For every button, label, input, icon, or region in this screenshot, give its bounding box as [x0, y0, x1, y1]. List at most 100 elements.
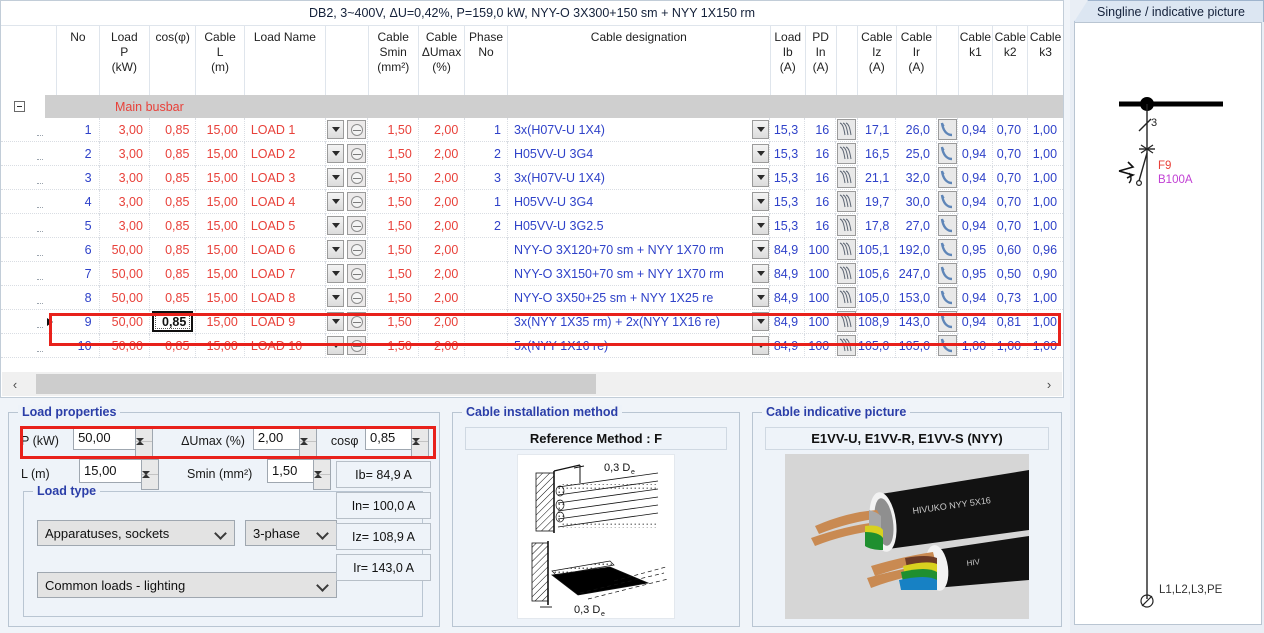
- column-header-phase[interactable]: Phase No: [465, 26, 508, 95]
- cable-designation-dropdown-button[interactable]: [752, 288, 769, 307]
- cell-cable-designation[interactable]: 3x(H07V-U 1X4): [508, 118, 770, 142]
- cell-load-p[interactable]: 50,00: [100, 262, 150, 286]
- cell-derating-curve[interactable]: [937, 118, 958, 142]
- row-selector[interactable]: [43, 142, 56, 166]
- cell-cos-phi[interactable]: 0,85: [150, 214, 197, 238]
- cell-k3[interactable]: 0,90: [1028, 262, 1063, 286]
- cell-k3[interactable]: 1,00: [1028, 334, 1063, 358]
- p-input[interactable]: [73, 426, 135, 450]
- cell-cable-ir[interactable]: 247,0: [896, 262, 937, 286]
- scroll-right-icon[interactable]: ›: [1036, 372, 1062, 396]
- cell-load-name[interactable]: LOAD 1: [245, 118, 326, 142]
- cell-load-p[interactable]: 3,00: [100, 166, 150, 190]
- cell-no[interactable]: 5: [57, 214, 100, 238]
- cell-derating-curve[interactable]: [937, 214, 958, 238]
- load-name-dropdown-button[interactable]: [327, 168, 344, 187]
- cell-k1[interactable]: 0,94: [958, 118, 993, 142]
- cell-no[interactable]: 2: [57, 142, 100, 166]
- cell-load-p[interactable]: 50,00: [100, 334, 150, 358]
- cell-load-p[interactable]: 50,00: [100, 310, 150, 334]
- derating-curve-icon[interactable]: [938, 191, 957, 212]
- cell-phase-no[interactable]: [465, 262, 508, 286]
- cell-cable-iz[interactable]: 105,6: [858, 262, 897, 286]
- cell-load-name[interactable]: LOAD 3: [245, 166, 326, 190]
- cell-load-ib[interactable]: 84,9: [770, 262, 805, 286]
- cell-smin[interactable]: 1,50: [368, 142, 418, 166]
- load-detail-button[interactable]: [347, 168, 366, 187]
- cell-smin[interactable]: 1,50: [368, 286, 418, 310]
- cell-dumax[interactable]: 2,00: [419, 262, 466, 286]
- main-busbar-row[interactable]: Main busbar: [1, 95, 1063, 118]
- cell-cable-ir[interactable]: 32,0: [896, 166, 937, 190]
- load-detail-button[interactable]: [347, 312, 366, 331]
- column-header-k2[interactable]: Cable k2: [993, 26, 1028, 95]
- cell-phase-no[interactable]: 1: [465, 118, 508, 142]
- cell-cable-iz[interactable]: 17,1: [858, 118, 897, 142]
- cable-designation-dropdown-button[interactable]: [752, 336, 769, 355]
- cell-load-name[interactable]: LOAD 9: [245, 310, 326, 334]
- cell-load-name[interactable]: LOAD 7: [245, 262, 326, 286]
- cell-cable-designation[interactable]: H05VV-U 3G4: [508, 190, 770, 214]
- cell-k2[interactable]: 0,70: [993, 166, 1028, 190]
- derating-curve-icon[interactable]: [938, 215, 957, 236]
- dumax-input[interactable]: [253, 426, 299, 450]
- cell-k1[interactable]: 1,00: [958, 334, 993, 358]
- cell-pd-in[interactable]: 100: [805, 334, 836, 358]
- table-row[interactable]: 23,000,8515,00LOAD 21,502,002H05VV-U 3G4…: [1, 142, 1063, 166]
- cable-designation-dropdown-button[interactable]: [752, 240, 769, 259]
- column-header-dumax[interactable]: Cable ΔUmax (%): [419, 26, 465, 95]
- cell-pd-in[interactable]: 100: [805, 310, 836, 334]
- cell-dumax[interactable]: 2,00: [419, 214, 466, 238]
- cell-cable-ir[interactable]: 192,0: [896, 238, 937, 262]
- cell-k2[interactable]: 0,81: [993, 310, 1028, 334]
- cell-phase-no[interactable]: [465, 310, 508, 334]
- cell-dumax[interactable]: 2,00: [419, 118, 466, 142]
- cell-dumax[interactable]: 2,00: [419, 286, 466, 310]
- cell-load-name[interactable]: LOAD 10: [245, 334, 326, 358]
- cell-load-ib[interactable]: 84,9: [770, 238, 805, 262]
- cell-trip-curve[interactable]: [836, 166, 857, 190]
- l-input[interactable]: [79, 459, 141, 483]
- column-header-smin[interactable]: Cable Smin (mm²): [369, 26, 419, 95]
- derating-curve-icon[interactable]: [938, 239, 957, 260]
- table-row[interactable]: 53,000,8515,00LOAD 51,502,002H05VV-U 3G2…: [1, 214, 1063, 238]
- cell-dumax[interactable]: 2,00: [419, 238, 466, 262]
- cell-cos-phi-selected[interactable]: 0,85: [150, 310, 196, 334]
- cell-cable-l[interactable]: 15,00: [196, 310, 244, 334]
- cell-load-p[interactable]: 3,00: [100, 118, 150, 142]
- cell-derating-curve[interactable]: [937, 286, 958, 310]
- trip-curve-icon[interactable]: [837, 263, 856, 284]
- cell-pd-in[interactable]: 100: [805, 238, 836, 262]
- cell-smin[interactable]: 1,50: [368, 334, 418, 358]
- p-spin-buttons[interactable]: [135, 426, 153, 457]
- load-name-dropdown-button[interactable]: [327, 216, 344, 235]
- cell-k1[interactable]: 0,94: [958, 214, 993, 238]
- cell-pd-in[interactable]: 16: [805, 166, 836, 190]
- l-spin-buttons[interactable]: [141, 459, 159, 490]
- row-selector[interactable]: [43, 214, 56, 238]
- column-header-name[interactable]: Load Name: [245, 26, 326, 95]
- cell-cable-iz[interactable]: 19,7: [858, 190, 897, 214]
- cell-cos-phi[interactable]: 0,85: [150, 238, 197, 262]
- cell-load-name[interactable]: LOAD 8: [245, 286, 326, 310]
- load-detail-button[interactable]: [347, 120, 366, 139]
- cell-dumax[interactable]: 2,00: [419, 166, 466, 190]
- cos-spin-down[interactable]: [412, 442, 428, 456]
- cos-phi-editor[interactable]: 0,85: [152, 311, 193, 332]
- busbar-expander-cell[interactable]: [1, 95, 37, 118]
- scroll-track[interactable]: [28, 372, 1036, 396]
- cell-k3[interactable]: 1,00: [1028, 286, 1063, 310]
- cell-smin[interactable]: 1,50: [368, 310, 418, 334]
- cell-k2[interactable]: 0,50: [993, 262, 1028, 286]
- cell-cable-l[interactable]: 15,00: [196, 118, 244, 142]
- cos-input[interactable]: [365, 426, 411, 450]
- table-row[interactable]: 13,000,8515,00LOAD 11,502,0013x(H07V-U 1…: [1, 118, 1063, 142]
- dumax-spin-buttons[interactable]: [299, 426, 317, 457]
- cell-k1[interactable]: 0,94: [958, 166, 993, 190]
- cell-trip-curve[interactable]: [836, 310, 857, 334]
- derating-curve-icon[interactable]: [938, 287, 957, 308]
- cell-no[interactable]: 9: [57, 310, 100, 334]
- derating-curve-icon[interactable]: [938, 335, 957, 356]
- cell-cable-designation[interactable]: 5x(NYY 1X16 re): [508, 334, 770, 358]
- cell-cable-l[interactable]: 15,00: [196, 142, 244, 166]
